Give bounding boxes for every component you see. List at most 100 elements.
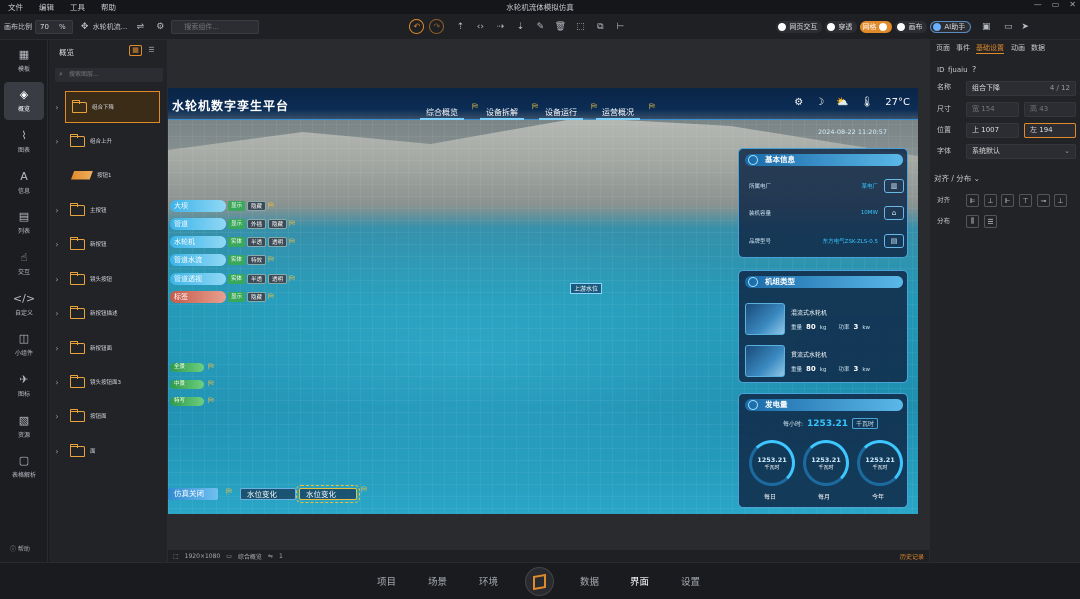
tab-animation[interactable]: 动画 [1011, 43, 1025, 53]
chevron-right-icon[interactable]: › [50, 275, 64, 284]
component-name[interactable]: 水轮机流... [93, 22, 128, 32]
redo-icon[interactable]: ↷ [429, 19, 445, 34]
settings-icon[interactable]: ⚙ [794, 97, 803, 108]
pin-icon[interactable]: ⛿ [289, 237, 295, 247]
align-bottom-icon[interactable]: ⊥ [1054, 194, 1067, 207]
tab-events[interactable]: 事件 [956, 43, 970, 53]
ai-assistant-button[interactable]: AI助手 [930, 20, 972, 33]
pin-icon[interactable]: ⛿ [208, 379, 214, 389]
nav-data[interactable]: 数据 [580, 574, 599, 588]
pin-icon[interactable]: ⛿ [649, 102, 655, 112]
control-chip[interactable]: 实体 [228, 237, 246, 247]
layer-item[interactable]: › 镜头按钮面3 [49, 367, 168, 397]
history-link[interactable]: 历史记录 [900, 552, 924, 561]
upload-icon[interactable]: ⇡ [453, 20, 467, 34]
scale-input[interactable]: 70 [35, 19, 73, 34]
control-chip[interactable]: 隐藏 [247, 292, 267, 302]
toggle-grid[interactable]: 网格 [860, 20, 893, 33]
share-icon[interactable]: ⇢ [493, 20, 507, 34]
control-chip[interactable]: 透明 [268, 274, 288, 284]
layer-item[interactable]: › 新按钮 [49, 229, 168, 259]
chevron-right-icon[interactable]: › [50, 240, 64, 249]
nav-project[interactable]: 项目 [377, 574, 396, 588]
control-chip[interactable]: 隐藏 [247, 201, 267, 211]
save-icon[interactable]: ▣ [979, 20, 993, 34]
moon-icon[interactable]: ☽ [815, 97, 824, 108]
toggle-canvas[interactable]: 画布 [895, 20, 928, 33]
chevron-right-icon[interactable]: › [50, 206, 64, 215]
close-icon[interactable]: ✕ [1069, 0, 1076, 9]
pin-icon[interactable]: ⛿ [208, 396, 214, 406]
align-center-icon[interactable]: ⊥ [984, 194, 997, 207]
chevron-right-icon[interactable]: › [50, 412, 64, 421]
toggle-web-interaction[interactable]: 网页交互 [776, 20, 823, 33]
control-chip[interactable]: 显示 [228, 219, 246, 229]
tab-operation[interactable]: 设备运行 [539, 106, 583, 120]
unit-item[interactable]: 贯流式水轮机 重量 80 kg 功率 3 kw [745, 343, 903, 379]
height-input[interactable]: 高 43 [1024, 102, 1076, 117]
nav-scene[interactable]: 场景 [428, 574, 447, 588]
group-icon[interactable]: ⧉ [593, 20, 607, 34]
layer-item[interactable]: › 组合下降 [49, 91, 168, 123]
control-chip[interactable]: 半透 [247, 274, 267, 284]
layer-item[interactable]: › 按钮面 [49, 401, 168, 431]
chart-icon[interactable]: ⊢ [613, 20, 627, 34]
nav-widgets[interactable]: ◫ 小组件 [4, 326, 44, 364]
nav-interface[interactable]: 界面 [630, 574, 649, 588]
menu-edit[interactable]: 编辑 [31, 2, 62, 13]
toggle-penetrate[interactable]: 穿透 [825, 20, 858, 33]
layer-item[interactable]: › 新按钮面 [49, 333, 168, 363]
layer-item[interactable]: › 镜头按钮 [49, 264, 168, 294]
camera-button-mid[interactable]: 中景 [170, 380, 204, 389]
layer-search-input[interactable]: 搜索图层... [55, 68, 163, 82]
help-link[interactable]: ⓘ 帮助 [10, 544, 30, 553]
pin-icon[interactable]: ⛿ [472, 102, 478, 112]
align-right-icon[interactable]: ⊩ [1001, 194, 1014, 207]
control-chip[interactable]: 隐藏 [268, 219, 288, 229]
nav-info[interactable]: A 信息 [4, 164, 44, 202]
chevron-right-icon[interactable]: › [50, 378, 64, 387]
nav-icons[interactable]: ✈ 图标 [4, 367, 44, 405]
control-chip[interactable]: 特效 [247, 255, 267, 265]
pin-icon[interactable]: ⛿ [289, 219, 295, 229]
menu-file[interactable]: 文件 [0, 2, 31, 13]
camera-button-full[interactable]: 全景 [170, 363, 204, 372]
chevron-right-icon[interactable]: › [50, 103, 64, 112]
chevron-right-icon[interactable]: › [50, 344, 64, 353]
nav-list[interactable]: ▤ 列表 [4, 204, 44, 242]
nav-templates[interactable]: ▦ 模板 [4, 42, 44, 80]
simulation-close-button[interactable]: 仿真关闭 [168, 488, 218, 500]
tab-overview[interactable]: 综合概览 [420, 106, 464, 120]
unit-item[interactable]: 混流式水轮机 重量 80 kg 功率 3 kw [745, 301, 903, 337]
pin-icon[interactable]: ⛿ [268, 201, 274, 211]
camera-button-close[interactable]: 特写 [170, 397, 204, 406]
download-icon[interactable]: ⇣ [513, 20, 527, 34]
pin-icon[interactable]: ⛿ [268, 255, 274, 265]
nav-interaction[interactable]: ☝ 交互 [4, 245, 44, 283]
align-section-title[interactable]: 对齐 / 分布 ⌄ [934, 173, 980, 184]
layer-item[interactable]: › 面 [49, 436, 168, 466]
control-chip[interactable]: 外插 [247, 219, 267, 229]
fit-icon[interactable]: ⬚ [573, 20, 587, 34]
align-left-icon[interactable]: ⊫ [966, 194, 979, 207]
help-icon[interactable]: ? [972, 65, 976, 74]
distribute-vertical-icon[interactable]: ☰ [984, 215, 997, 228]
menu-help[interactable]: 帮助 [93, 2, 124, 13]
font-select[interactable]: 系统默认 ⌄ [966, 144, 1076, 159]
send-icon[interactable]: ➤ [1018, 20, 1032, 34]
undo-icon[interactable]: ↶ [409, 19, 425, 34]
water-level-button-selected[interactable]: 水位变化 [296, 485, 360, 503]
layer-item[interactable]: › 组合上升 [49, 126, 168, 156]
nav-environment[interactable]: 环境 [479, 574, 498, 588]
width-input[interactable]: 宽 154 [966, 102, 1019, 117]
list-view-icon[interactable]: ☰ [145, 45, 158, 56]
tab-basic-settings[interactable]: 基础设置 [976, 43, 1004, 54]
search-input[interactable]: 搜索组件... [171, 19, 260, 34]
pin-icon[interactable]: ⛿ [361, 485, 367, 495]
tab-page[interactable]: 页面 [936, 43, 950, 53]
layer-item[interactable]: 按钮1 [49, 160, 168, 190]
monitor-icon[interactable]: ▭ [1001, 20, 1015, 34]
menu-tools[interactable]: 工具 [62, 2, 93, 13]
align-middle-icon[interactable]: ⊸ [1037, 194, 1050, 207]
minimize-icon[interactable]: — [1034, 0, 1042, 9]
